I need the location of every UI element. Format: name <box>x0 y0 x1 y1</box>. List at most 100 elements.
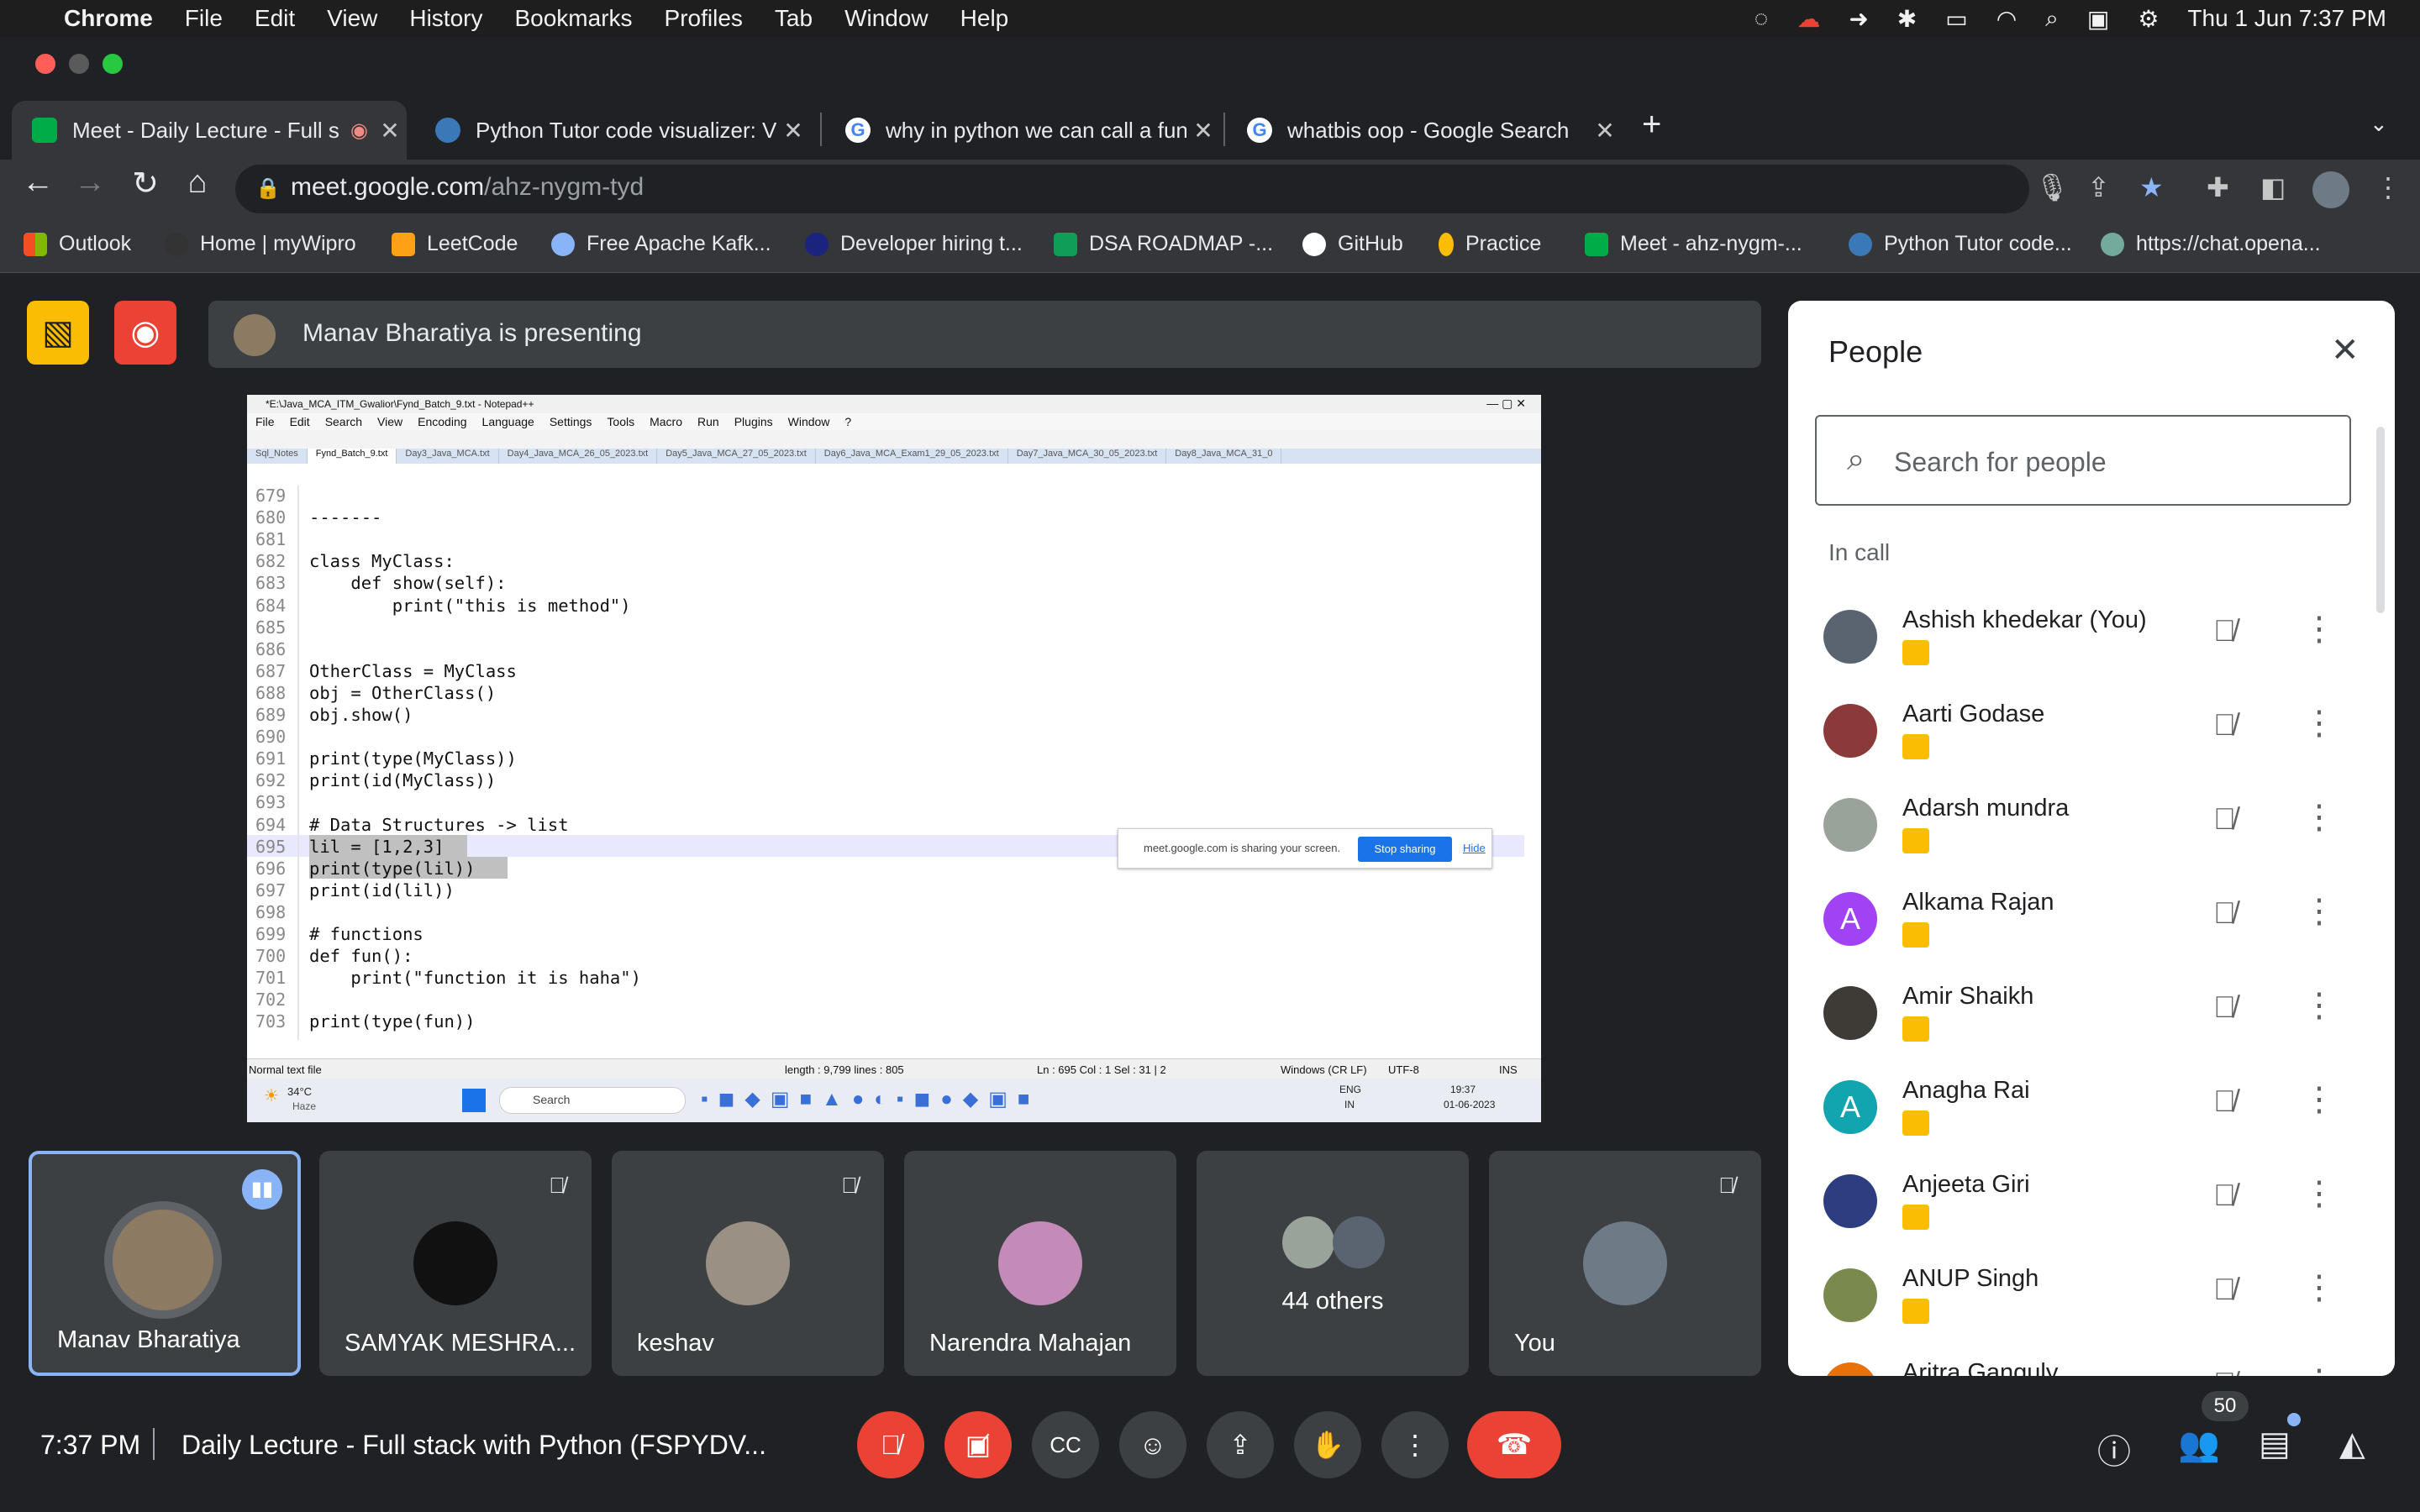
muted-mic-icon[interactable]: 🎙̸ <box>2213 990 2236 1025</box>
muted-mic-icon[interactable]: 🎙̸ <box>2213 613 2236 648</box>
menu-profiles[interactable]: Profiles <box>665 5 743 32</box>
muted-mic-icon[interactable]: 🎙̸ <box>2213 801 2236 837</box>
captions-button[interactable]: CC <box>1032 1411 1099 1478</box>
cloud-alert-icon[interactable]: ☁ <box>1797 5 1820 33</box>
bookmark-python-tutor[interactable]: Python Tutor code... <box>1849 232 2072 256</box>
bookmark-dsa-roadmap[interactable]: DSA ROADMAP -... <box>1054 232 1273 256</box>
present-screen-button[interactable]: ⇪ <box>1207 1411 1274 1478</box>
muted-mic-icon[interactable]: 🎙̸ <box>2213 1366 2236 1376</box>
minimize-window-icon[interactable] <box>69 54 89 74</box>
bookmark-mywipro[interactable]: Home | myWipro <box>165 232 356 256</box>
bookmark-leetcode[interactable]: LeetCode <box>392 232 518 256</box>
tab-search-chevron-icon[interactable]: ⌄ <box>2370 111 2388 137</box>
bookmark-outlook[interactable]: Outlook <box>24 232 131 256</box>
side-panel-icon[interactable]: ◧ <box>2260 171 2286 203</box>
close-tab-icon[interactable]: ✕ <box>373 117 407 144</box>
participant-row[interactable]: A Anagha Rai 🎙̸ ⋮ <box>1788 1063 2395 1158</box>
menu-view[interactable]: View <box>327 5 377 32</box>
muted-mic-icon[interactable]: 🎙̸ <box>2213 1272 2236 1307</box>
participant-row[interactable]: Anjeeta Giri 🎙̸ ⋮ <box>1788 1158 2395 1252</box>
more-options-icon[interactable]: ⋮ <box>2302 1362 2336 1376</box>
bookmark-star-icon[interactable]: ★ <box>2139 171 2164 203</box>
back-arrow-icon[interactable]: ← <box>17 165 59 201</box>
menu-help[interactable]: Help <box>960 5 1009 32</box>
participant-tile[interactable]: 🎙̸ SAMYAK MESHRA... <box>319 1151 592 1376</box>
bookmark-developer-hiring[interactable]: Developer hiring t... <box>805 232 1023 256</box>
tab-meet[interactable]: Meet - Daily Lecture - Full s ◉ ✕ <box>12 101 407 160</box>
participant-row[interactable]: Amir Shaikh 🎙̸ ⋮ <box>1788 969 2395 1063</box>
bookmark-practice[interactable]: Practice <box>1439 232 1541 256</box>
more-options-icon[interactable]: ⋮ <box>2302 892 2336 931</box>
participant-row[interactable]: A Aritra Ganguly 🎙̸ ⋮ <box>1788 1346 2395 1376</box>
maximize-window-icon[interactable] <box>103 54 123 74</box>
muted-mic-icon[interactable]: 🎙̸ <box>2213 707 2236 743</box>
chat-icon[interactable]: ▤ <box>2259 1425 2291 1463</box>
raise-hand-button[interactable]: ✋ <box>1294 1411 1361 1478</box>
close-window-icon[interactable] <box>35 54 55 74</box>
camera-off-button[interactable]: ▣̸ <box>944 1411 1012 1478</box>
close-icon[interactable]: ✕ <box>2331 331 2360 370</box>
people-search-input[interactable]: ⌕ Search for people <box>1815 415 2351 506</box>
participant-tile[interactable]: 🎙̸ keshav <box>612 1151 884 1376</box>
browser-menu-icon[interactable]: ⋮ <box>2375 171 2402 203</box>
others-tile[interactable]: 44 others <box>1197 1151 1469 1376</box>
tab-python-tutor[interactable]: Python Tutor code visualizer: V ✕ <box>415 101 810 160</box>
bluetooth-off-icon[interactable]: ✱ <box>1897 5 1917 33</box>
muted-mic-icon[interactable]: 🎙̸ <box>2213 1178 2236 1213</box>
tab-google-search-2[interactable]: G whatbis oop - Google Search ✕ <box>1227 101 1622 160</box>
more-options-icon[interactable]: ⋮ <box>2302 1268 2336 1307</box>
more-options-icon[interactable]: ⋮ <box>2302 1080 2336 1119</box>
close-tab-icon[interactable]: ✕ <box>1186 117 1220 144</box>
status-spinner-icon[interactable]: ◌ <box>1754 5 1769 32</box>
control-center-icon[interactable]: ⚙ <box>2138 5 2159 33</box>
menu-history[interactable]: History <box>409 5 482 32</box>
reload-icon[interactable]: ↻ <box>124 165 166 202</box>
more-options-icon[interactable]: ⋮ <box>2302 986 2336 1025</box>
muted-mic-icon[interactable]: 🎙̸ <box>2213 1084 2236 1119</box>
menu-window[interactable]: Window <box>844 5 929 32</box>
bookmark-meet[interactable]: Meet - ahz-nygm-... <box>1585 232 1802 256</box>
extensions-puzzle-icon[interactable]: ✚ <box>2207 171 2229 203</box>
microphone-icon[interactable]: 🎙 <box>2035 171 2070 203</box>
muted-mic-icon[interactable]: 🎙̸ <box>2213 895 2236 931</box>
participant-row[interactable]: Ashish khedekar (You) 🎙̸ ⋮ <box>1788 593 2395 687</box>
people-icon[interactable]: 👥 <box>2178 1425 2220 1464</box>
leave-call-button[interactable]: ☎ <box>1467 1411 1561 1478</box>
arrow-icon[interactable]: ➜ <box>1849 5 1868 33</box>
self-tile[interactable]: 🎙̸ You <box>1489 1151 1761 1376</box>
menu-app-name[interactable]: Chrome <box>64 5 153 32</box>
menubar-clock[interactable]: Thu 1 Jun 7:37 PM <box>2187 5 2386 32</box>
participant-tile[interactable]: Narendra Mahajan <box>904 1151 1176 1376</box>
bookmark-github[interactable]: GitHub <box>1302 232 1403 256</box>
tab-google-search-1[interactable]: G why in python we can call a fun ✕ <box>825 101 1220 160</box>
url-text[interactable]: meet.google.com/ahz-nygm-tyd <box>291 173 644 202</box>
more-options-icon[interactable]: ⋮ <box>2302 798 2336 837</box>
menu-file[interactable]: File <box>185 5 223 32</box>
shared-screen[interactable]: *E:\Java_MCA_ITM_Gwalior\Fynd_Batch_9.tx… <box>247 395 1541 1122</box>
wifi-icon[interactable]: ◠ <box>1996 5 2017 33</box>
screen-mirroring-icon[interactable]: ▣ <box>2087 5 2109 33</box>
menu-bookmarks[interactable]: Bookmarks <box>514 5 632 32</box>
profile-avatar[interactable] <box>2312 171 2349 208</box>
participant-row[interactable]: A Alkama Rajan 🎙̸ ⋮ <box>1788 875 2395 969</box>
participant-tile[interactable]: ▮▮ Manav Bharatiya <box>29 1151 301 1376</box>
recording-icon[interactable]: ◉ <box>114 301 176 365</box>
more-options-icon[interactable]: ⋮ <box>2302 1174 2336 1213</box>
search-icon[interactable]: ⌕ <box>2045 5 2059 33</box>
menu-tab[interactable]: Tab <box>775 5 813 32</box>
bookmark-kafka[interactable]: Free Apache Kafk... <box>551 232 771 256</box>
home-icon[interactable]: ⌂ <box>176 165 218 201</box>
menu-edit[interactable]: Edit <box>255 5 295 32</box>
more-options-icon[interactable]: ⋮ <box>2302 704 2336 743</box>
new-tab-button[interactable]: + <box>1642 106 1661 144</box>
activities-icon[interactable]: ◭ <box>2339 1425 2365 1463</box>
participant-row[interactable]: Aarti Godase 🎙̸ ⋮ <box>1788 687 2395 781</box>
more-options-icon[interactable]: ⋮ <box>2302 610 2336 648</box>
mic-off-button[interactable]: 🎙̸ <box>857 1411 924 1478</box>
close-tab-icon[interactable]: ✕ <box>1588 117 1622 144</box>
forward-arrow-icon[interactable]: → <box>69 165 111 201</box>
people-scrollbar[interactable] <box>2376 427 2385 613</box>
share-icon[interactable]: ⇪ <box>2087 171 2110 203</box>
participant-row[interactable]: Adarsh mundra 🎙̸ ⋮ <box>1788 781 2395 875</box>
meeting-info-icon[interactable]: ⓘ <box>2097 1425 2131 1473</box>
